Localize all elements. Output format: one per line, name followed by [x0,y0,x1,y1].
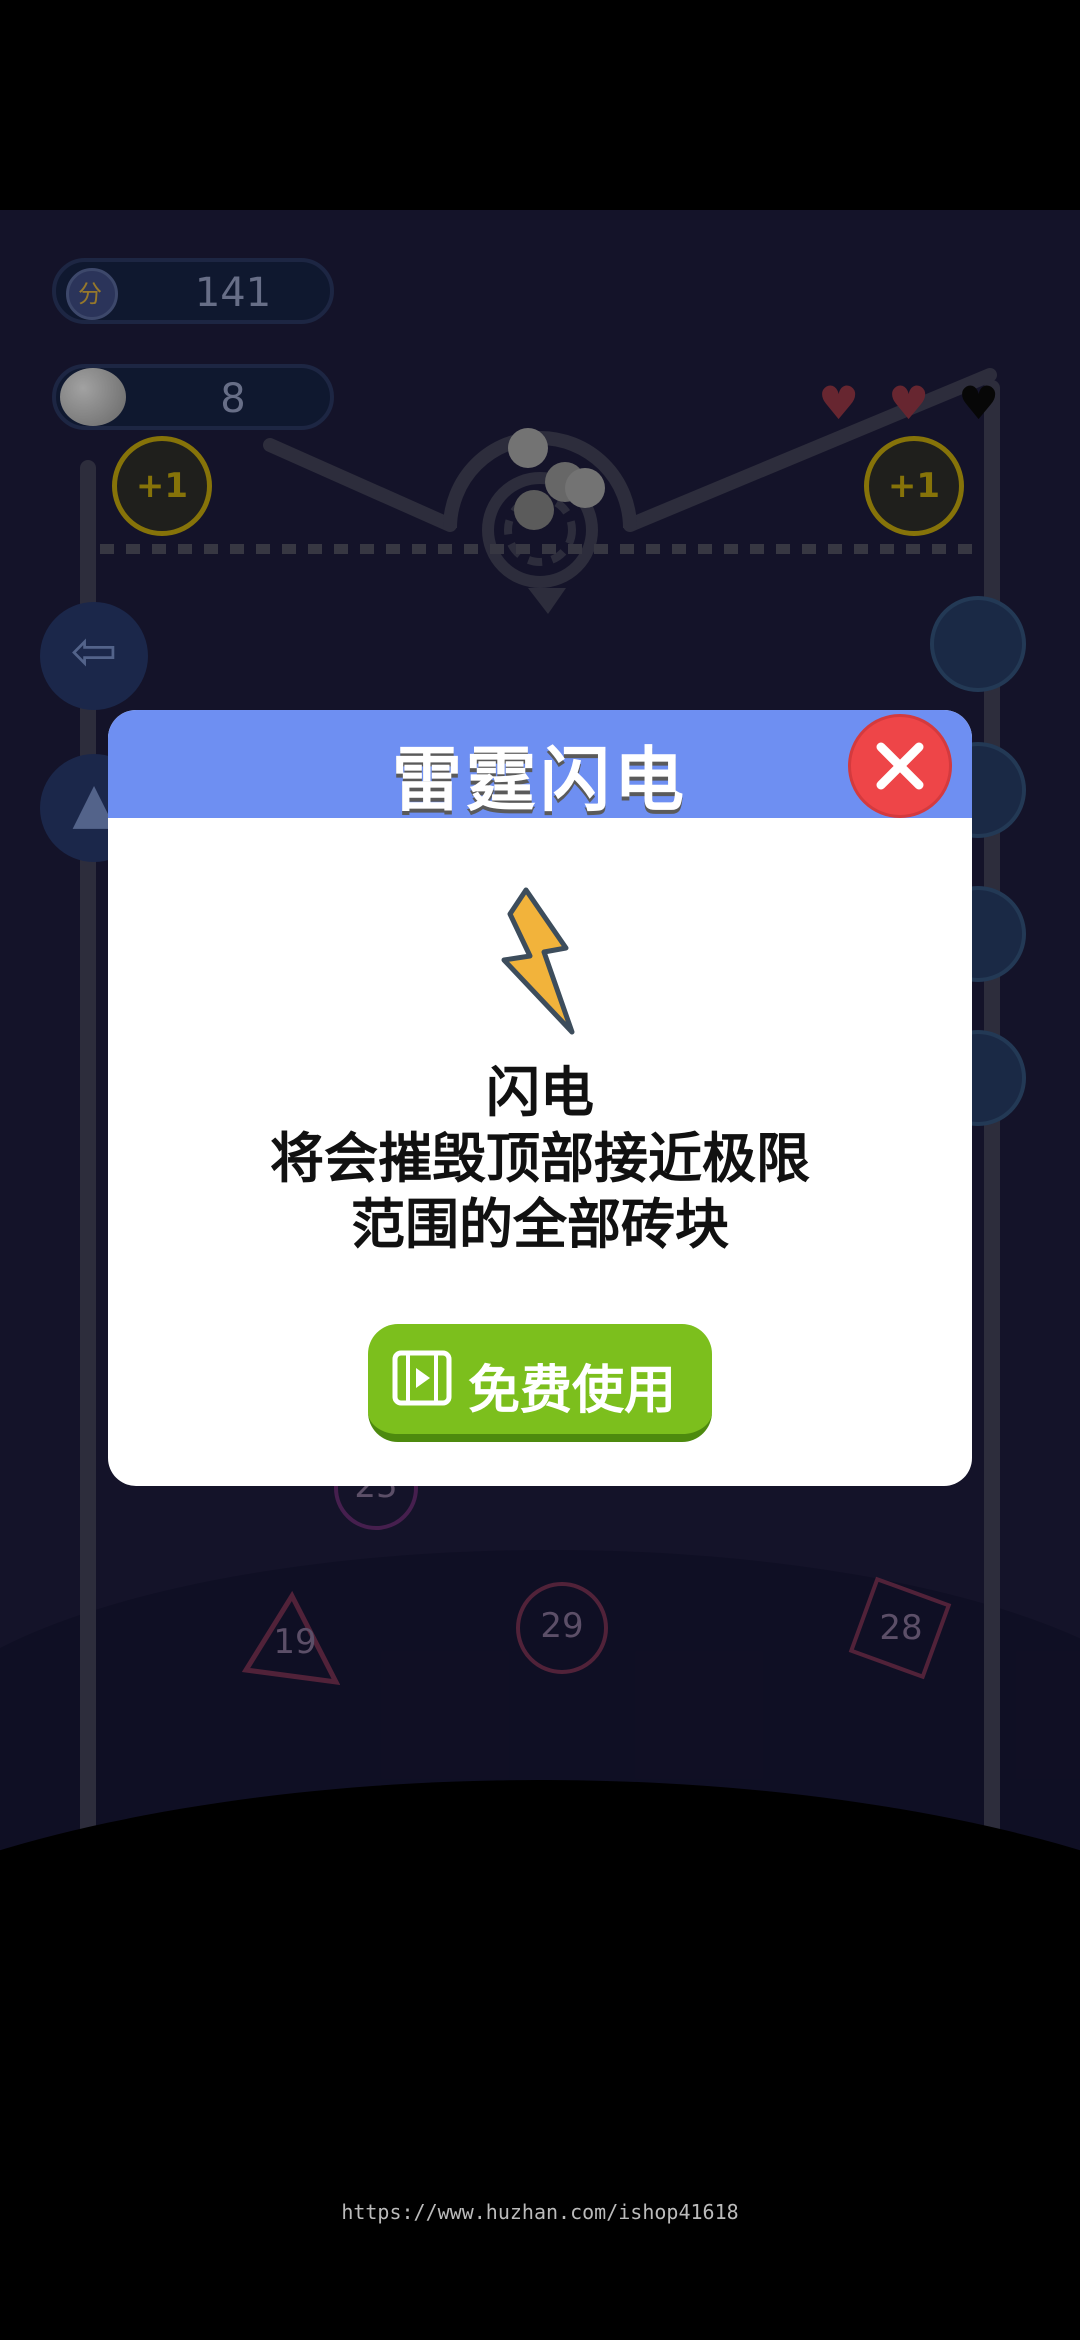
dialog-title: 雷霆闪电 [392,739,688,821]
dialog-description: 闪电 将会摧毁顶部接近极限 范围的全部砖块 [248,1060,832,1258]
free-use-button[interactable]: 免费使用 [368,1324,712,1442]
free-use-label: 免费使用 [468,1361,677,1421]
close-button[interactable] [848,714,952,818]
description-line: 范围的全部砖块 [351,1193,729,1256]
close-icon [876,742,924,790]
description-line: 将会摧毁顶部接近极限 [270,1127,810,1190]
dialog-header: 雷霆闪电 [108,710,972,821]
lightning-dialog: 雷霆闪电 闪电 将会摧毁顶部接近极限 范围的全部砖块 免费使用 [108,710,972,1486]
lightning-icon [501,887,575,1035]
description-line: 闪电 [486,1061,594,1124]
video-icon [392,1350,452,1406]
watermark-url: https://www.huzhan.com/ishop41618 [341,2200,739,2224]
